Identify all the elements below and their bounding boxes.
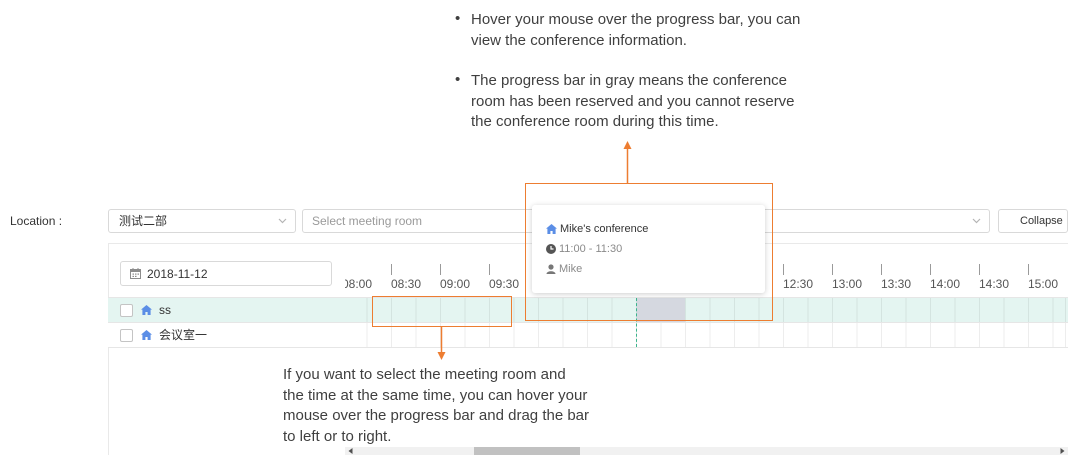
time-tick-label: 14:30 [979,277,1010,291]
time-tick [832,264,833,275]
tooltip-organizer: Mike [559,263,583,275]
annotation-line: If you want to select the meeting room a… [283,366,566,383]
collapse-button[interactable]: Collapse [998,209,1068,233]
tooltip-time: 11:00 - 11:30 [559,243,623,255]
time-tick [489,264,490,275]
time-tick [783,264,784,275]
time-tick [930,264,931,275]
time-tick-label: 08:00 [345,277,373,291]
calendar-icon [130,268,141,279]
annotation-line: view the conference information. [471,31,687,49]
time-tick-label: 13:00 [832,277,863,291]
location-label: Location : [10,214,63,228]
time-tick [391,264,392,275]
time-tick [1028,264,1029,275]
user-icon [546,264,556,274]
room-checkbox[interactable] [120,303,133,317]
annotation-line: mouse over the progress bar and drag the… [283,407,590,424]
house-icon [141,330,152,340]
tooltip-title-line: Mike's conference [546,219,765,239]
annotation-line: The progress bar in gray means the confe… [471,72,788,89]
annotation-line: room has been reserved and you cannot re… [471,92,795,110]
annotation-line: to left or to right. [283,427,392,445]
time-tick-label: 13:30 [881,277,912,291]
room-name: 会议室一 [159,328,208,342]
horizontal-scrollbar[interactable] [345,447,1068,455]
tooltip-organizer-line: Mike [546,259,765,279]
room-checkbox[interactable] [120,328,133,342]
tooltip-title: Mike's conference [560,223,649,235]
room-cell: ss [108,298,345,322]
scroll-left-arrow-icon[interactable] [348,448,353,454]
time-tick-label: 08:30 [391,277,422,291]
room-row[interactable]: 会议室一 [108,323,1068,348]
department-select[interactable]: 测试二部 [108,209,296,233]
annotation-bullet-hover: Hover your mouse over the progress bar, … [455,9,801,51]
time-tick-label: 12:30 [783,277,814,291]
room-cell: 会议室一 [108,323,345,347]
room-timeline-track[interactable] [345,298,1068,322]
house-icon [546,224,557,234]
annotation-line: the conference room during this time. [471,113,719,130]
time-tick-label: 09:30 [489,277,520,291]
department-select-value: 测试二部 [119,214,168,228]
date-picker[interactable] [120,261,332,286]
scroll-right-arrow-icon[interactable] [1060,448,1065,454]
house-icon [141,305,152,315]
time-tick [440,264,441,275]
callout-arrow-up [623,141,632,184]
room-list: ss 会议室一 [108,297,1068,348]
date-input[interactable] [147,262,317,285]
time-tick-label: 15:00 [1028,277,1059,291]
reserved-time-block[interactable] [636,298,685,322]
annotation-line: Hover your mouse over the progress bar, … [471,11,801,28]
chevron-down-icon [972,218,981,224]
room-row[interactable]: ss [108,298,1068,323]
annotation-line: the time at the same time, you can hover… [283,386,588,404]
annotation-drag-hint: If you want to select the meeting room a… [283,365,589,447]
time-tick [881,264,882,275]
room-name: ss [159,303,171,317]
time-tick [979,264,980,275]
time-tick-label: 09:00 [440,277,471,291]
annotation-bullet-gray-bar: The progress bar in gray means the confe… [455,70,795,133]
time-tick-label: 14:00 [930,277,961,291]
clock-icon [546,244,556,254]
conference-tooltip: Mike's conference 11:00 - 11:30 Mike [532,205,765,293]
scrollbar-thumb[interactable] [474,447,580,455]
tooltip-time-line: 11:00 - 11:30 [546,239,765,259]
room-timeline-track[interactable] [345,323,1068,347]
chevron-down-icon [278,218,287,224]
